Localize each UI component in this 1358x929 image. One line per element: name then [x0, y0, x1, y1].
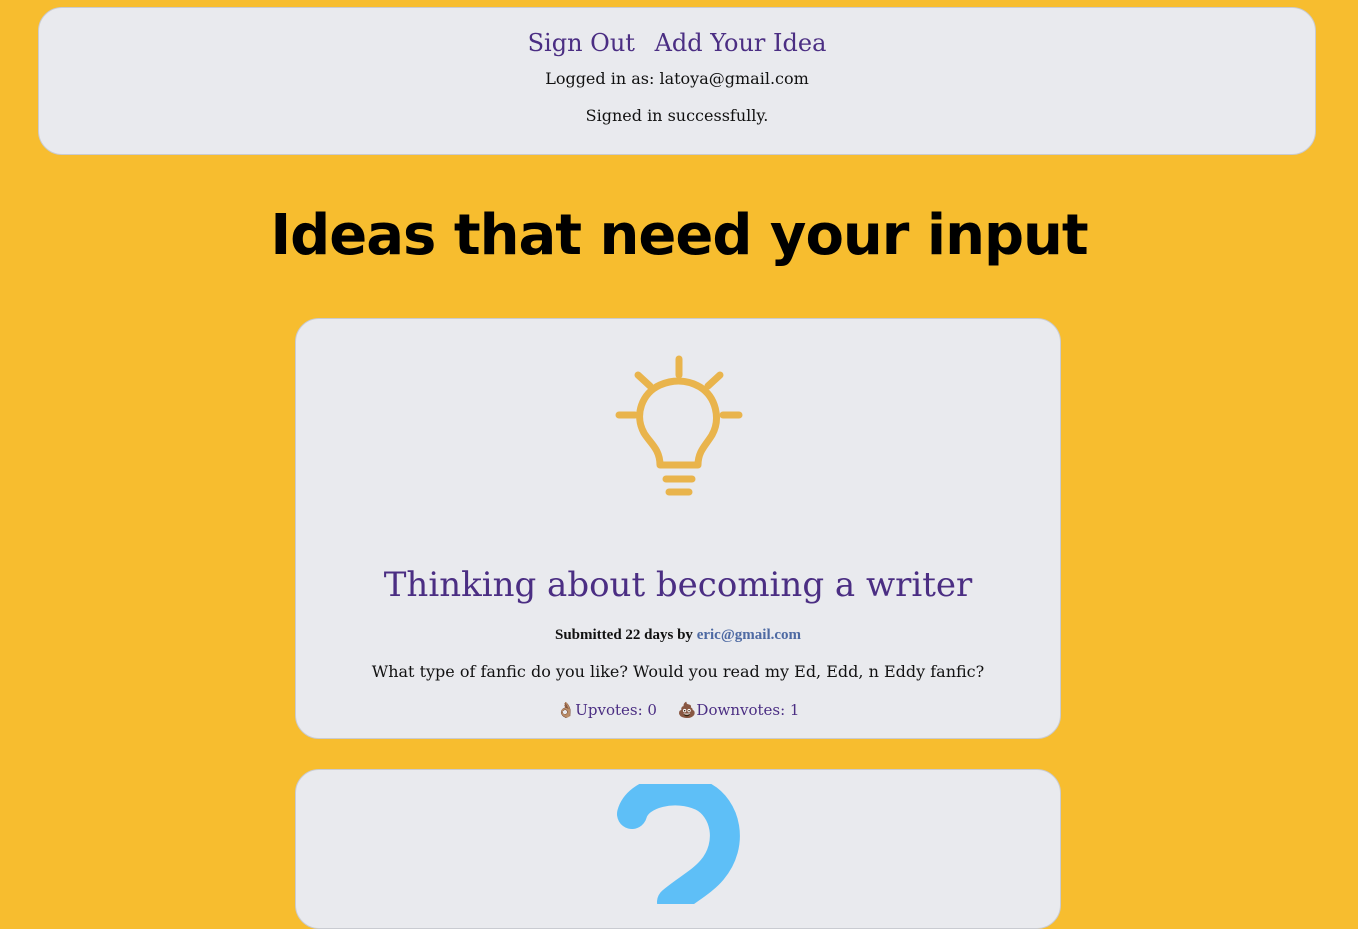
idea-card	[295, 769, 1061, 929]
ok-hand-icon: 👌🏽	[556, 701, 576, 719]
idea-card: Thinking about becoming a writer Submitt…	[295, 318, 1061, 739]
idea-meta: Submitted 22 days by eric@gmail.com	[296, 627, 1060, 644]
lightbulb-icon	[615, 355, 743, 496]
submitted-label: Submitted 22 days by	[554, 627, 693, 643]
upvote-button[interactable]: 👌🏽Upvotes: 0	[557, 701, 657, 719]
add-idea-link[interactable]: Add Your Idea	[655, 29, 827, 57]
author-link[interactable]: eric@gmail.com	[697, 627, 801, 643]
upvotes-label: Upvotes: 0	[575, 701, 657, 719]
downvotes-label: Downvotes: 1	[696, 701, 800, 719]
poop-icon: 💩	[677, 701, 697, 719]
idea-title[interactable]: Thinking about becoming a writer	[296, 563, 1060, 607]
top-nav: Sign Out Add Your Idea	[39, 28, 1315, 58]
idea-description: What type of fanfic do you like? Would y…	[371, 662, 985, 681]
page-title: Ideas that need your input	[270, 203, 1088, 268]
question-mark-icon	[617, 784, 740, 904]
sign-out-link[interactable]: Sign Out	[528, 29, 635, 57]
flash-message: Signed in successfully.	[585, 106, 769, 125]
header-panel: Sign Out Add Your Idea Logged in as: lat…	[38, 7, 1316, 155]
downvote-button[interactable]: 💩Downvotes: 1	[678, 701, 800, 719]
vote-row: 👌🏽Upvotes: 0 💩Downvotes: 1	[296, 701, 1060, 719]
logged-in-status: Logged in as: latoya@gmail.com	[545, 69, 809, 88]
